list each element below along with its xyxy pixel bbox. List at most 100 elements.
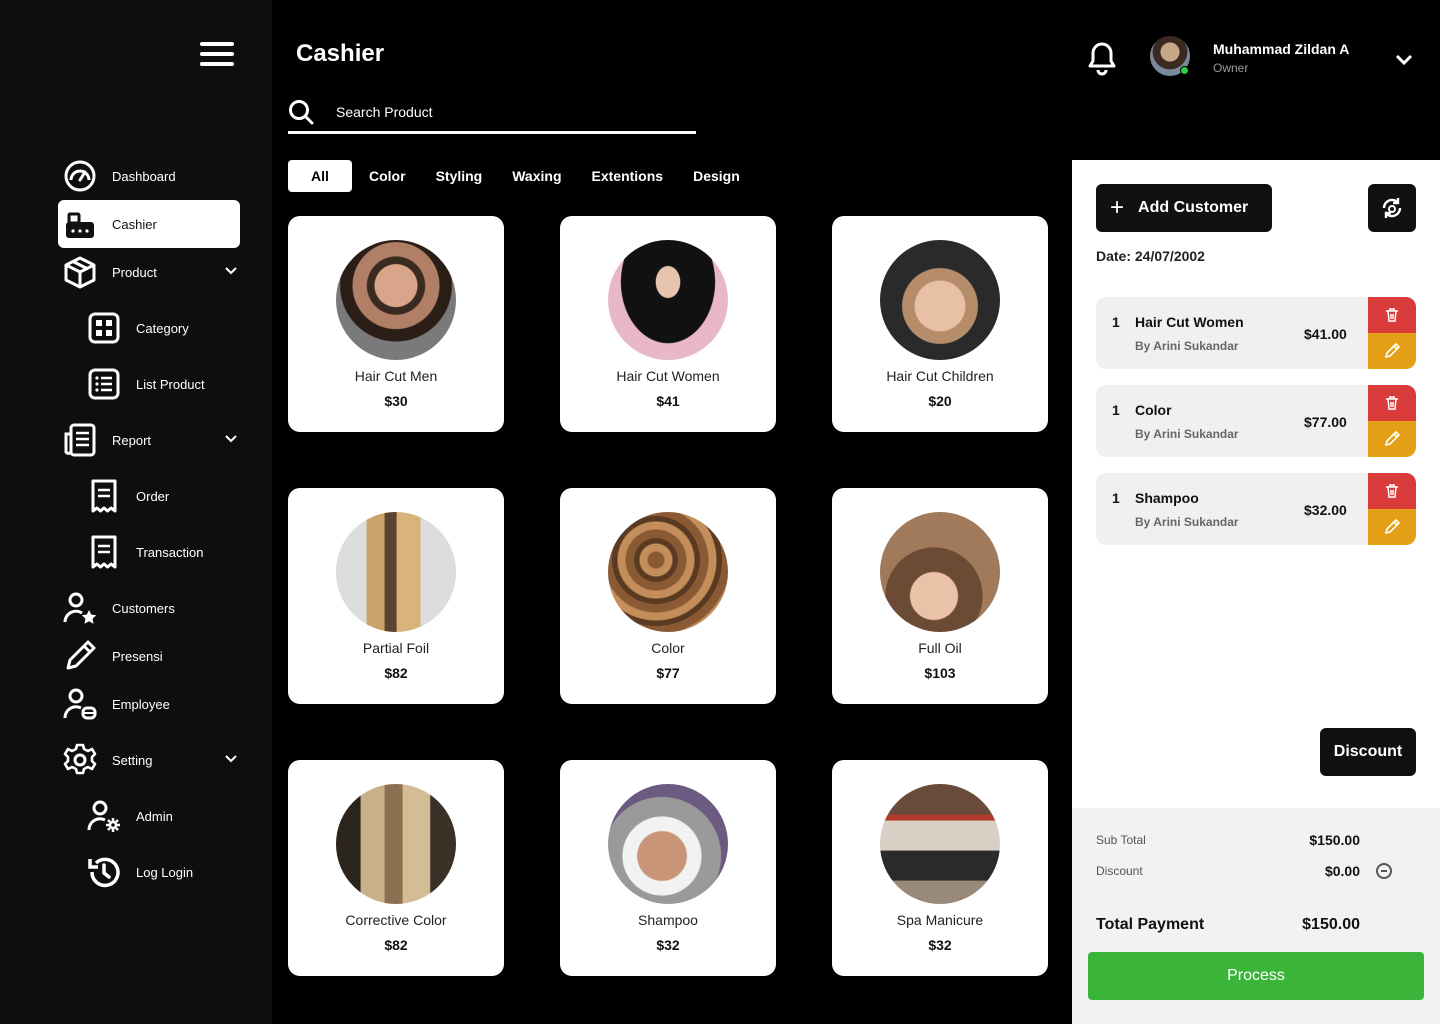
discount-label: Discount: [1096, 864, 1143, 878]
order-name: Color: [1135, 402, 1172, 418]
product-price: $77: [656, 665, 680, 681]
chevron-down-icon[interactable]: [224, 264, 238, 278]
tab-extentions[interactable]: Extentions: [577, 160, 679, 192]
sidebar-item-dashboard[interactable]: Dashboard: [58, 152, 240, 200]
sidebar-item-log-login[interactable]: Log Login: [82, 848, 264, 896]
refresh-button[interactable]: [1368, 184, 1416, 232]
tab-design[interactable]: Design: [678, 160, 755, 192]
product-price: $20: [928, 393, 952, 409]
product-name: Spa Manicure: [896, 912, 984, 928]
product-price: $82: [384, 665, 408, 681]
product-card[interactable]: Hair Cut Women $41: [560, 216, 776, 432]
bell-icon[interactable]: [1084, 36, 1120, 76]
edit-button[interactable]: [1368, 333, 1416, 369]
sidebar-item-report[interactable]: Report: [58, 416, 240, 464]
order-staff: By Arini Sukandar: [1135, 427, 1239, 441]
product-card[interactable]: Corrective Color $82: [288, 760, 504, 976]
subtotal-label: Sub Total: [1096, 833, 1146, 847]
sidebar-item-label: Transaction: [136, 544, 204, 560]
delete-button[interactable]: [1368, 473, 1416, 509]
sidebar: Dashboard Cashier Product Category List …: [0, 0, 272, 1024]
product-card[interactable]: Hair Cut Children $20: [832, 216, 1048, 432]
chevron-down-icon[interactable]: [1394, 52, 1414, 66]
sidebar-item-label: Report: [112, 432, 152, 448]
tab-waxing[interactable]: Waxing: [497, 160, 576, 192]
sidebar-item-label: Customers: [112, 600, 175, 616]
tab-styling[interactable]: Styling: [421, 160, 498, 192]
sidebar-item-label: Dashboard: [112, 168, 176, 184]
user-gear-icon: [82, 794, 126, 838]
product-name: Hair Cut Children: [886, 368, 994, 384]
product-card[interactable]: Full Oil $103: [832, 488, 1048, 704]
product-price: $30: [384, 393, 408, 409]
order-price: $77.00: [1304, 414, 1347, 430]
order-staff: By Arini Sukandar: [1135, 515, 1239, 529]
online-status-dot: [1180, 66, 1189, 75]
product-card[interactable]: Partial Foil $82: [288, 488, 504, 704]
edit-button[interactable]: [1368, 509, 1416, 545]
report-icon: [58, 418, 102, 462]
list-icon: [82, 362, 126, 406]
product-price: $32: [656, 937, 680, 953]
menu-icon[interactable]: [200, 42, 234, 70]
sidebar-item-category[interactable]: Category: [82, 304, 264, 352]
sidebar-item-product[interactable]: Product: [58, 248, 240, 296]
plus-icon: +: [1110, 194, 1125, 221]
order-date: Date: 24/07/2002: [1096, 248, 1205, 264]
product-card[interactable]: Hair Cut Men $30: [288, 216, 504, 432]
process-button[interactable]: Process: [1088, 952, 1424, 1000]
product-photo: [336, 512, 456, 632]
pencil-icon: [1385, 431, 1400, 446]
order-panel: + Add Customer Date: 24/07/2002 1 Hair C…: [1072, 160, 1440, 1024]
sidebar-item-presensi[interactable]: Presensi: [58, 632, 240, 680]
gear-icon: [58, 738, 102, 782]
delete-button[interactable]: [1368, 297, 1416, 333]
search-input[interactable]: [336, 103, 676, 120]
sidebar-item-order[interactable]: Order: [82, 472, 264, 520]
discount-button[interactable]: Discount: [1320, 728, 1416, 776]
chevron-down-icon[interactable]: [224, 752, 238, 766]
sidebar-item-label: List Product: [136, 376, 205, 392]
sidebar-item-customers[interactable]: Customers: [58, 584, 240, 632]
remove-discount-icon[interactable]: [1376, 863, 1392, 879]
chevron-down-icon[interactable]: [224, 432, 238, 446]
product-name: Hair Cut Men: [354, 368, 438, 384]
pencil-icon: [1385, 519, 1400, 534]
order-qty: 1: [1112, 490, 1120, 506]
sidebar-item-admin[interactable]: Admin: [82, 792, 264, 840]
sidebar-item-label: Employee: [112, 696, 170, 712]
total-value: $150.00: [1302, 916, 1360, 933]
user-role: Owner: [1213, 61, 1249, 75]
sidebar-item-employee[interactable]: Employee: [58, 680, 240, 728]
dashboard-gauge-icon: [58, 154, 102, 198]
user-name: Muhammad Zildan A: [1213, 41, 1350, 57]
product-card[interactable]: Shampoo $32: [560, 760, 776, 976]
order-item: 1 Hair Cut Women By Arini Sukandar $41.0…: [1096, 297, 1416, 369]
box-icon: [58, 250, 102, 294]
add-customer-button[interactable]: + Add Customer: [1096, 184, 1272, 232]
history-icon: [82, 850, 126, 894]
payment-summary: Sub Total $150.00 Discount $0.00 Total P…: [1072, 808, 1440, 1024]
receipt-icon: [82, 474, 126, 518]
page-title: Cashier: [296, 40, 385, 67]
sidebar-item-cashier[interactable]: Cashier: [58, 200, 240, 248]
sidebar-item-setting[interactable]: Setting: [58, 736, 240, 784]
tab-all[interactable]: All: [288, 160, 352, 192]
sidebar-item-label: Product: [112, 264, 157, 280]
order-item: 1 Shampoo By Arini Sukandar $32.00: [1096, 473, 1416, 545]
avatar[interactable]: [1150, 36, 1190, 76]
sidebar-item-label: Presensi: [112, 648, 163, 664]
delete-button[interactable]: [1368, 385, 1416, 421]
product-name: Full Oil: [918, 640, 962, 656]
sidebar-item-transaction[interactable]: Transaction: [82, 528, 264, 576]
user-badge-icon: [58, 682, 102, 726]
product-photo: [880, 784, 1000, 904]
product-card[interactable]: Color $77: [560, 488, 776, 704]
product-photo: [608, 240, 728, 360]
tab-color[interactable]: Color: [354, 160, 421, 192]
product-photo: [336, 784, 456, 904]
product-card[interactable]: Spa Manicure $32: [832, 760, 1048, 976]
edit-button[interactable]: [1368, 421, 1416, 457]
sidebar-item-list-product[interactable]: List Product: [82, 360, 264, 408]
search-bar: [288, 92, 696, 134]
